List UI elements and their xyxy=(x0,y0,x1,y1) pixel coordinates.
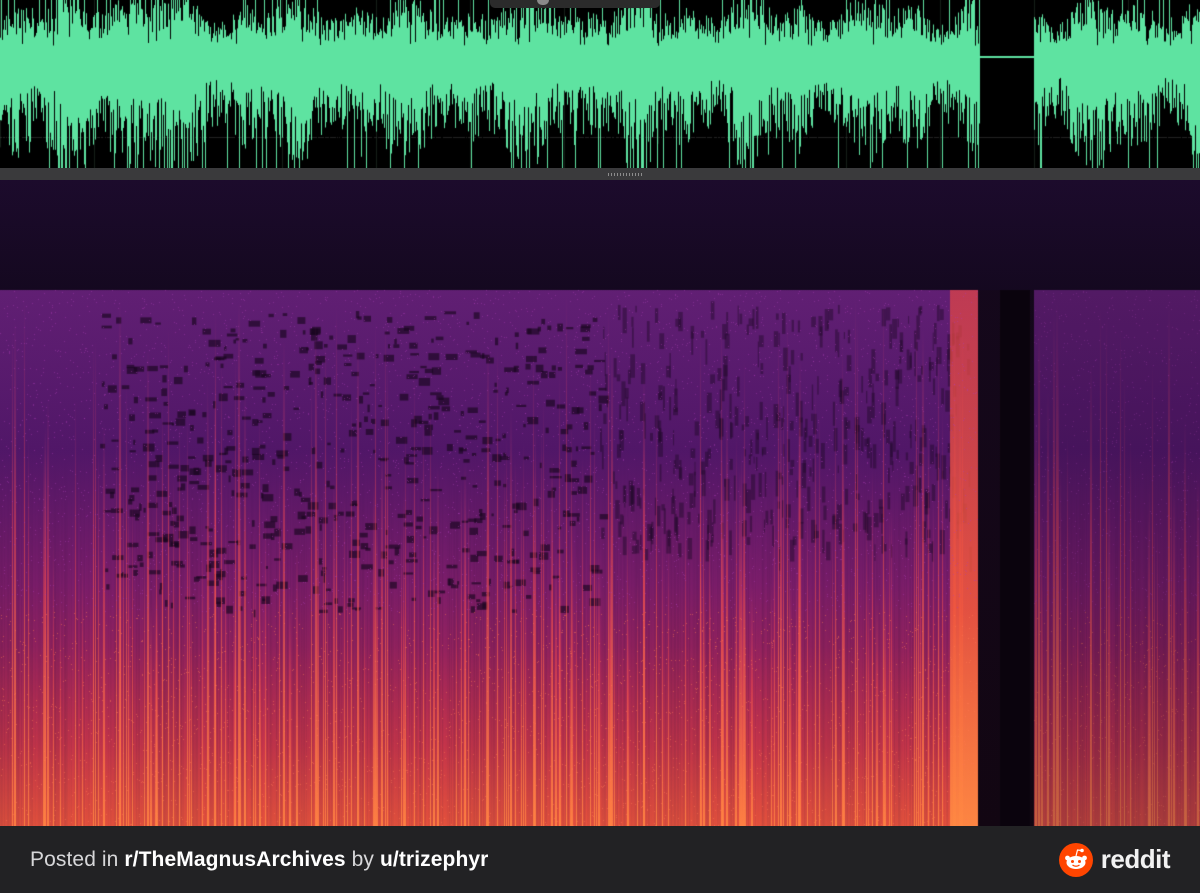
subreddit-link[interactable]: r/TheMagnusArchives xyxy=(124,848,345,871)
panel-divider[interactable] xyxy=(0,168,1200,180)
spectrogram-panel[interactable] xyxy=(0,180,1200,826)
audio-editor-view: Posted in r/TheMagnusArchives by u/trize… xyxy=(0,0,1200,893)
waveform-panel[interactable] xyxy=(0,0,1200,168)
reddit-attribution-footer: Posted in r/TheMagnusArchives by u/trize… xyxy=(0,826,1200,893)
by-text: by xyxy=(351,847,375,871)
posted-in-text: Posted in xyxy=(30,847,119,871)
reddit-brand[interactable]: reddit xyxy=(1058,842,1171,877)
reddit-logo-icon xyxy=(1058,842,1093,877)
scroll-handle[interactable] xyxy=(490,0,660,8)
reddit-wordmark: reddit xyxy=(1100,844,1171,874)
resize-grip-icon[interactable] xyxy=(608,173,644,176)
username-link[interactable]: u/trizephyr xyxy=(380,848,488,871)
post-credit: Posted in r/TheMagnusArchives by u/trize… xyxy=(30,848,488,872)
